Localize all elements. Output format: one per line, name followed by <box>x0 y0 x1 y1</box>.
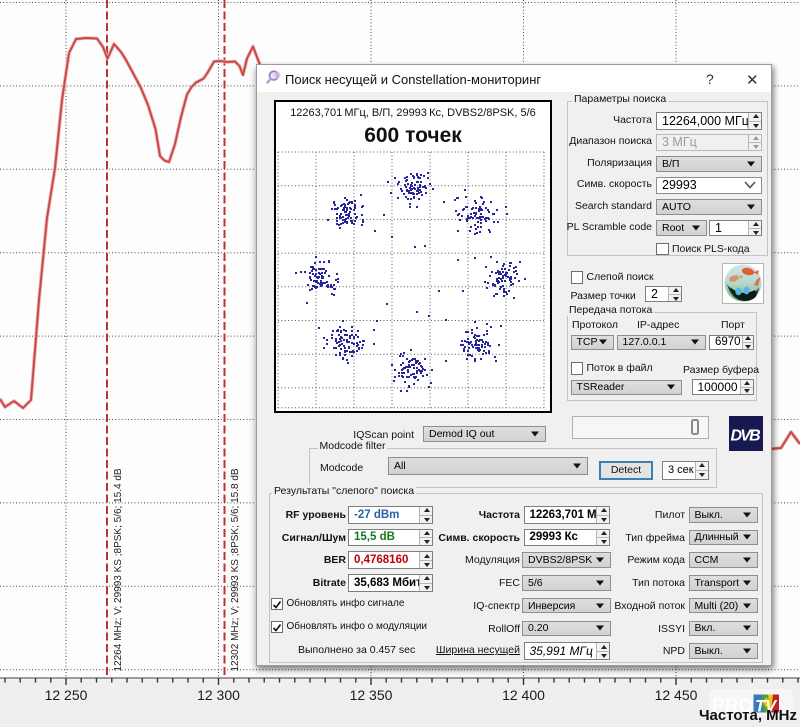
svg-text:12 450: 12 450 <box>655 687 698 703</box>
svg-text:12302 MHz; V; 29993 KS ;8PSK;: 12302 MHz; V; 29993 KS ;8PSK; 5/6; 15.8 … <box>230 468 241 671</box>
svg-text:12 350: 12 350 <box>350 687 393 703</box>
svg-text:12 250: 12 250 <box>45 687 88 703</box>
svg-text:Частота, MHz: Частота, MHz <box>699 707 797 724</box>
svg-text:DVB: DVB <box>730 428 760 445</box>
svg-text:12 400: 12 400 <box>502 687 545 703</box>
svg-text:12 300: 12 300 <box>197 687 240 703</box>
svg-text:12264 MHz; V; 29993 KS ;8PSK;: 12264 MHz; V; 29993 KS ;8PSK; 5/6; 15.4 … <box>113 468 124 671</box>
